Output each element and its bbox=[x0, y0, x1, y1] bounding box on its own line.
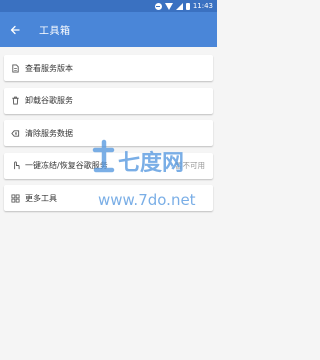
grid-icon bbox=[10, 193, 20, 203]
wifi-icon bbox=[164, 2, 173, 10]
tool-item-label: 一键冻结/恢复谷歌服务 bbox=[25, 161, 108, 170]
status-bar: 11:43 bbox=[0, 0, 217, 12]
do-not-disturb-icon bbox=[154, 2, 162, 10]
tool-item-label: 卸载谷歌服务 bbox=[25, 96, 73, 105]
tool-item-label: 更多工具 bbox=[25, 193, 57, 203]
tool-item-label: 查看服务版本 bbox=[25, 63, 73, 73]
tool-item-view-version[interactable]: 查看服务版本 bbox=[4, 55, 213, 81]
back-button[interactable] bbox=[0, 12, 30, 47]
app-bar: 工具箱 bbox=[0, 12, 217, 47]
page-title: 工具箱 bbox=[39, 26, 71, 37]
signal-icon bbox=[175, 2, 183, 10]
tool-item-label: 清除服务数据 bbox=[25, 128, 73, 138]
document-icon bbox=[10, 63, 20, 73]
tool-item-uninstall[interactable]: 卸载谷歌服务 bbox=[4, 87, 213, 114]
hand-icon bbox=[10, 161, 20, 171]
eraser-icon bbox=[10, 128, 20, 138]
tool-list: 查看服务版本 卸载谷歌服务 清除服务数据 一键冻结/恢复谷歌服务 暂不可用 更多… bbox=[4, 55, 213, 218]
status-time: 11:43 bbox=[192, 2, 213, 10]
arrow-back-icon bbox=[10, 25, 20, 34]
tool-item-more-tools[interactable]: 更多工具 bbox=[4, 185, 213, 211]
trash-icon bbox=[10, 96, 20, 106]
battery-icon bbox=[185, 2, 190, 10]
tool-item-status: 暂不可用 bbox=[175, 161, 205, 170]
tool-item-clear-data[interactable]: 清除服务数据 bbox=[4, 120, 213, 146]
tool-item-freeze-restore[interactable]: 一键冻结/恢复谷歌服务 暂不可用 bbox=[4, 152, 213, 179]
